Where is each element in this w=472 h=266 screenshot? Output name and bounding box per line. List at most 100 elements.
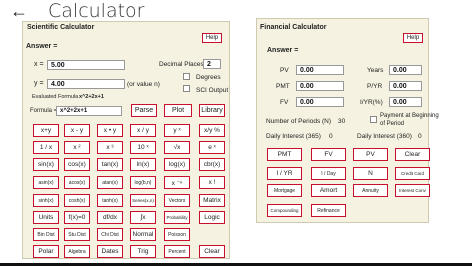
sci-key-x-y[interactable]: x/y % <box>199 124 225 137</box>
fin-help-button[interactable]: Help <box>403 33 423 43</box>
sci-key-units[interactable]: Units <box>33 211 59 224</box>
periods-label: Number of Periods (N) <box>266 118 332 125</box>
sci-help-button[interactable]: Help <box>202 33 222 43</box>
daily-interest-365-value: 0 <box>329 133 333 140</box>
fin-key-clear[interactable]: Clear <box>395 148 430 161</box>
sci-key-asin-x[interactable]: asin(x) <box>33 176 59 189</box>
fin-key-pv[interactable]: PV <box>353 148 388 161</box>
y-label: y = <box>34 80 44 87</box>
fin-key-amort[interactable]: Amort <box>311 184 346 197</box>
sci-key-dates[interactable]: Dates <box>97 245 123 258</box>
fin-key-credit-card[interactable]: Credit Card <box>395 167 430 180</box>
fin-answer-label: Answer = <box>267 47 299 54</box>
sci-key-bin-dist[interactable]: Bin Dist <box>33 228 59 241</box>
sci-key-cosh-x[interactable]: cosh(x) <box>64 194 90 207</box>
payment-beginning-checkbox[interactable] <box>370 116 377 123</box>
sci-key-10[interactable]: 10 ˣ <box>130 141 156 154</box>
fv-label: FV <box>280 99 289 106</box>
fin-key-i-day[interactable]: I / Day <box>311 167 346 180</box>
fin-key-pmt[interactable]: PMT <box>267 148 302 161</box>
fin-key-mortgage[interactable]: Mortgage <box>267 184 302 197</box>
evaluated-formula-value: x^2+2x+1 <box>79 94 104 100</box>
pv-input[interactable]: 0.00 <box>296 65 344 75</box>
sci-key-1-x[interactable]: 1 / x <box>33 141 59 154</box>
years-label: Years <box>367 67 384 74</box>
plot-button[interactable]: Plot <box>164 104 192 117</box>
sci-key-x[interactable]: √x <box>164 141 190 154</box>
sci-key-series-x-n[interactable]: Series(x,n) <box>130 194 156 207</box>
sci-key-x-y[interactable]: x+y <box>33 124 59 137</box>
sci-key-stu-dist[interactable]: Stu Dist <box>64 228 90 241</box>
sci-key-probability[interactable]: Probability <box>164 211 190 224</box>
back-arrow-icon[interactable]: ← <box>10 1 28 21</box>
sci-key-x-y[interactable]: x • y <box>97 124 123 137</box>
decimal-places-input[interactable]: 2 <box>203 59 221 69</box>
sci-key-x-y[interactable]: x / y <box>130 124 156 137</box>
sci-key-normal[interactable]: Normal <box>130 228 156 241</box>
pv-label: PV <box>280 67 289 74</box>
y-input[interactable]: 4.00 <box>47 79 125 89</box>
sci-key-clear[interactable]: Clear <box>199 245 225 258</box>
sci-key-e[interactable]: e ˣ <box>199 141 225 154</box>
sci-key-x[interactable]: x ³ <box>97 141 123 154</box>
sci-key-df-dx[interactable]: df/dx <box>97 211 123 224</box>
formula-input[interactable]: x^2+2x+1 <box>56 106 122 116</box>
sci-key-x-y[interactable]: x - y <box>64 124 90 137</box>
degrees-checkbox[interactable] <box>183 73 190 80</box>
sci-key-acos-x[interactable]: acos(x) <box>64 176 90 189</box>
sci-key-cos-x[interactable]: cos(x) <box>64 158 90 171</box>
sci-key-y[interactable]: y ˣ <box>164 124 190 137</box>
sci-key-x[interactable]: x ⁻ⁿ <box>164 176 190 189</box>
fin-key-annuity[interactable]: Annuity <box>353 184 388 197</box>
sci-key-f-x-0[interactable]: f(x)=0 <box>64 211 90 224</box>
iyr-input[interactable]: 0.00 <box>389 97 422 107</box>
sci-key-ln-x[interactable]: ln(x) <box>130 158 156 171</box>
sci-key-matrix[interactable]: Matrix <box>199 194 225 207</box>
x-input[interactable]: 5.00 <box>47 60 125 70</box>
fin-key-refinance[interactable]: Refinance <box>311 204 346 217</box>
sci-key-x[interactable]: x ! <box>199 176 225 189</box>
daily-interest-365-label: Daily Interest (365) <box>266 133 321 140</box>
sci-key-trig[interactable]: Trig <box>130 245 156 258</box>
sci-key-logic[interactable]: Logic <box>199 211 225 224</box>
daily-interest-360-value: 0 <box>418 133 422 140</box>
sci-key-atan-x[interactable]: atan(x) <box>97 176 123 189</box>
sci-key-chi-dist[interactable]: Chi Dist <box>97 228 123 241</box>
library-button[interactable]: Library <box>199 104 225 117</box>
sci-key-sinh-x[interactable]: sinh(x) <box>33 194 59 207</box>
sci-key-log-b-n[interactable]: log(b,n) <box>130 176 156 189</box>
sci-key-percent[interactable]: Percent <box>164 245 190 258</box>
pmt-label: PMT <box>276 83 290 90</box>
fin-key-compounding[interactable]: Compounding <box>267 204 302 217</box>
sci-key-sin-x[interactable]: sin(x) <box>33 158 59 171</box>
sci-key-tanh-x[interactable]: tanh(x) <box>97 194 123 207</box>
sci-output-checkbox[interactable] <box>183 85 190 92</box>
evaluated-formula-label: Evaluated Formula <box>32 94 79 100</box>
fin-key-i-yr[interactable]: I / YR <box>267 167 302 180</box>
sci-key-log-x[interactable]: log(x) <box>164 158 190 171</box>
fin-title: Financial Calculator <box>260 24 327 31</box>
sci-title: Scientific Calculator <box>27 24 95 31</box>
sci-key-poisson[interactable]: Poisson <box>164 228 190 241</box>
fv-input[interactable]: 0.00 <box>296 97 344 107</box>
sci-key-polar[interactable]: Polar <box>33 245 59 258</box>
fin-key-fv[interactable]: FV <box>311 148 346 161</box>
sci-key-tan-x[interactable]: tan(x) <box>97 158 123 171</box>
app-title: Calculator <box>48 0 145 22</box>
fin-key-interest-conv[interactable]: Interest Conv <box>395 184 430 197</box>
payment-beginning-label-2: of Period <box>380 121 405 127</box>
parse-button[interactable]: Parse <box>131 104 157 117</box>
sci-key-cbr-x[interactable]: cbr(x) <box>199 158 225 171</box>
years-input[interactable]: 0.00 <box>389 65 422 75</box>
sci-key-vectors[interactable]: Vectors <box>164 194 190 207</box>
periods-value: 30 <box>338 118 346 125</box>
pyr-input[interactable]: 0.00 <box>389 81 422 91</box>
pyr-label: P/YR <box>367 83 383 90</box>
fin-key-n[interactable]: N <box>353 167 388 180</box>
sci-key-x[interactable]: x ² <box>64 141 90 154</box>
decimal-places-label: Decimal Places <box>159 61 204 68</box>
pmt-input[interactable]: 0.00 <box>296 81 344 91</box>
sci-key-algebra[interactable]: Algebra <box>64 245 90 258</box>
sci-key-x[interactable]: ∫x <box>130 211 156 224</box>
formula-label: Formula = <box>30 108 58 114</box>
